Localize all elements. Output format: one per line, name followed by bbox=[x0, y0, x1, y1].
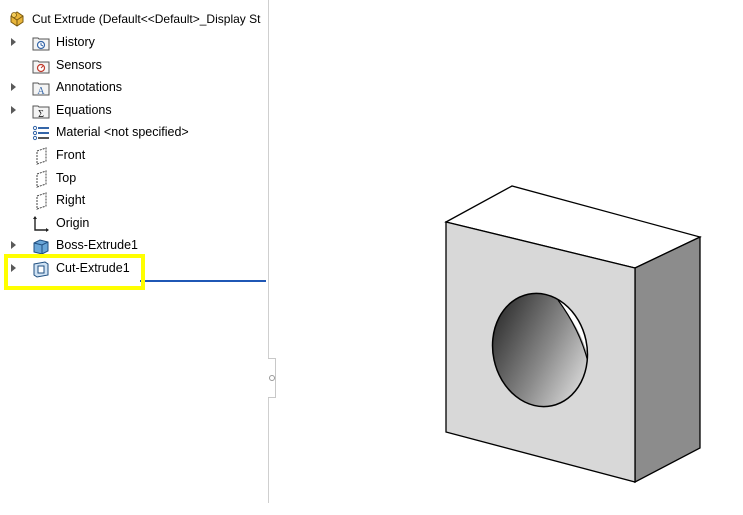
tree-item-equations[interactable]: Σ Equations bbox=[0, 100, 268, 122]
tree-item-material[interactable]: Material <not specified> bbox=[0, 122, 268, 144]
feature-manager-tree: Cut Extrude (Default<<Default>_Display S… bbox=[0, 0, 269, 503]
tree-item-label: Top bbox=[56, 171, 77, 185]
svg-text:A: A bbox=[37, 86, 45, 97]
sensors-folder-icon bbox=[32, 60, 50, 74]
tree-item-front-plane[interactable]: Front bbox=[0, 145, 268, 167]
highlight-box bbox=[4, 254, 145, 290]
tree-item-top-plane[interactable]: Top bbox=[0, 168, 268, 190]
block-model[interactable] bbox=[444, 185, 702, 484]
tree-item-label: Annotations bbox=[56, 80, 123, 94]
tree-item-right-plane[interactable]: Right bbox=[0, 190, 268, 212]
tree-item-label: History bbox=[56, 35, 95, 49]
model-side-face[interactable] bbox=[634, 235, 701, 484]
history-folder-icon bbox=[32, 37, 50, 51]
part-icon bbox=[10, 11, 24, 27]
tree-root-label: Cut Extrude (Default<<Default>_Display S… bbox=[32, 12, 261, 26]
tree-item-label: Boss-Extrude1 bbox=[56, 238, 138, 252]
expand-arrow-icon[interactable] bbox=[11, 106, 16, 114]
tree-item-annotations[interactable]: A Annotations bbox=[0, 77, 268, 99]
tree-item-label: Origin bbox=[56, 216, 90, 230]
expand-arrow-icon[interactable] bbox=[11, 241, 16, 249]
equations-folder-icon: Σ bbox=[32, 105, 50, 120]
tree-item-origin[interactable]: Origin bbox=[0, 213, 268, 235]
splitter-grip-icon bbox=[269, 375, 275, 381]
tree-item-label: Right bbox=[56, 193, 86, 207]
tree-item-label: Sensors bbox=[56, 58, 102, 72]
material-icon bbox=[32, 125, 49, 141]
plane-icon bbox=[36, 147, 47, 165]
rollback-bar[interactable] bbox=[140, 280, 266, 282]
panel-splitter-handle[interactable] bbox=[268, 358, 276, 398]
tree-root-part[interactable]: Cut Extrude (Default<<Default>_Display S… bbox=[0, 8, 268, 30]
expand-arrow-icon[interactable] bbox=[11, 83, 16, 91]
annotations-folder-icon: A bbox=[32, 82, 50, 97]
expand-arrow-icon[interactable] bbox=[11, 38, 16, 46]
svg-text:Σ: Σ bbox=[38, 109, 44, 120]
tree-item-label: Front bbox=[56, 148, 86, 162]
tree-item-history[interactable]: History bbox=[0, 32, 268, 54]
tree-item-label: Equations bbox=[56, 103, 112, 117]
plane-icon bbox=[36, 170, 47, 188]
graphics-viewport[interactable] bbox=[278, 0, 743, 515]
boss-extrude-icon bbox=[33, 239, 49, 255]
origin-icon bbox=[33, 216, 49, 232]
plane-icon bbox=[36, 192, 47, 210]
tree-item-sensors[interactable]: Sensors bbox=[0, 55, 268, 77]
tree-item-label: Material <not specified> bbox=[56, 125, 189, 139]
